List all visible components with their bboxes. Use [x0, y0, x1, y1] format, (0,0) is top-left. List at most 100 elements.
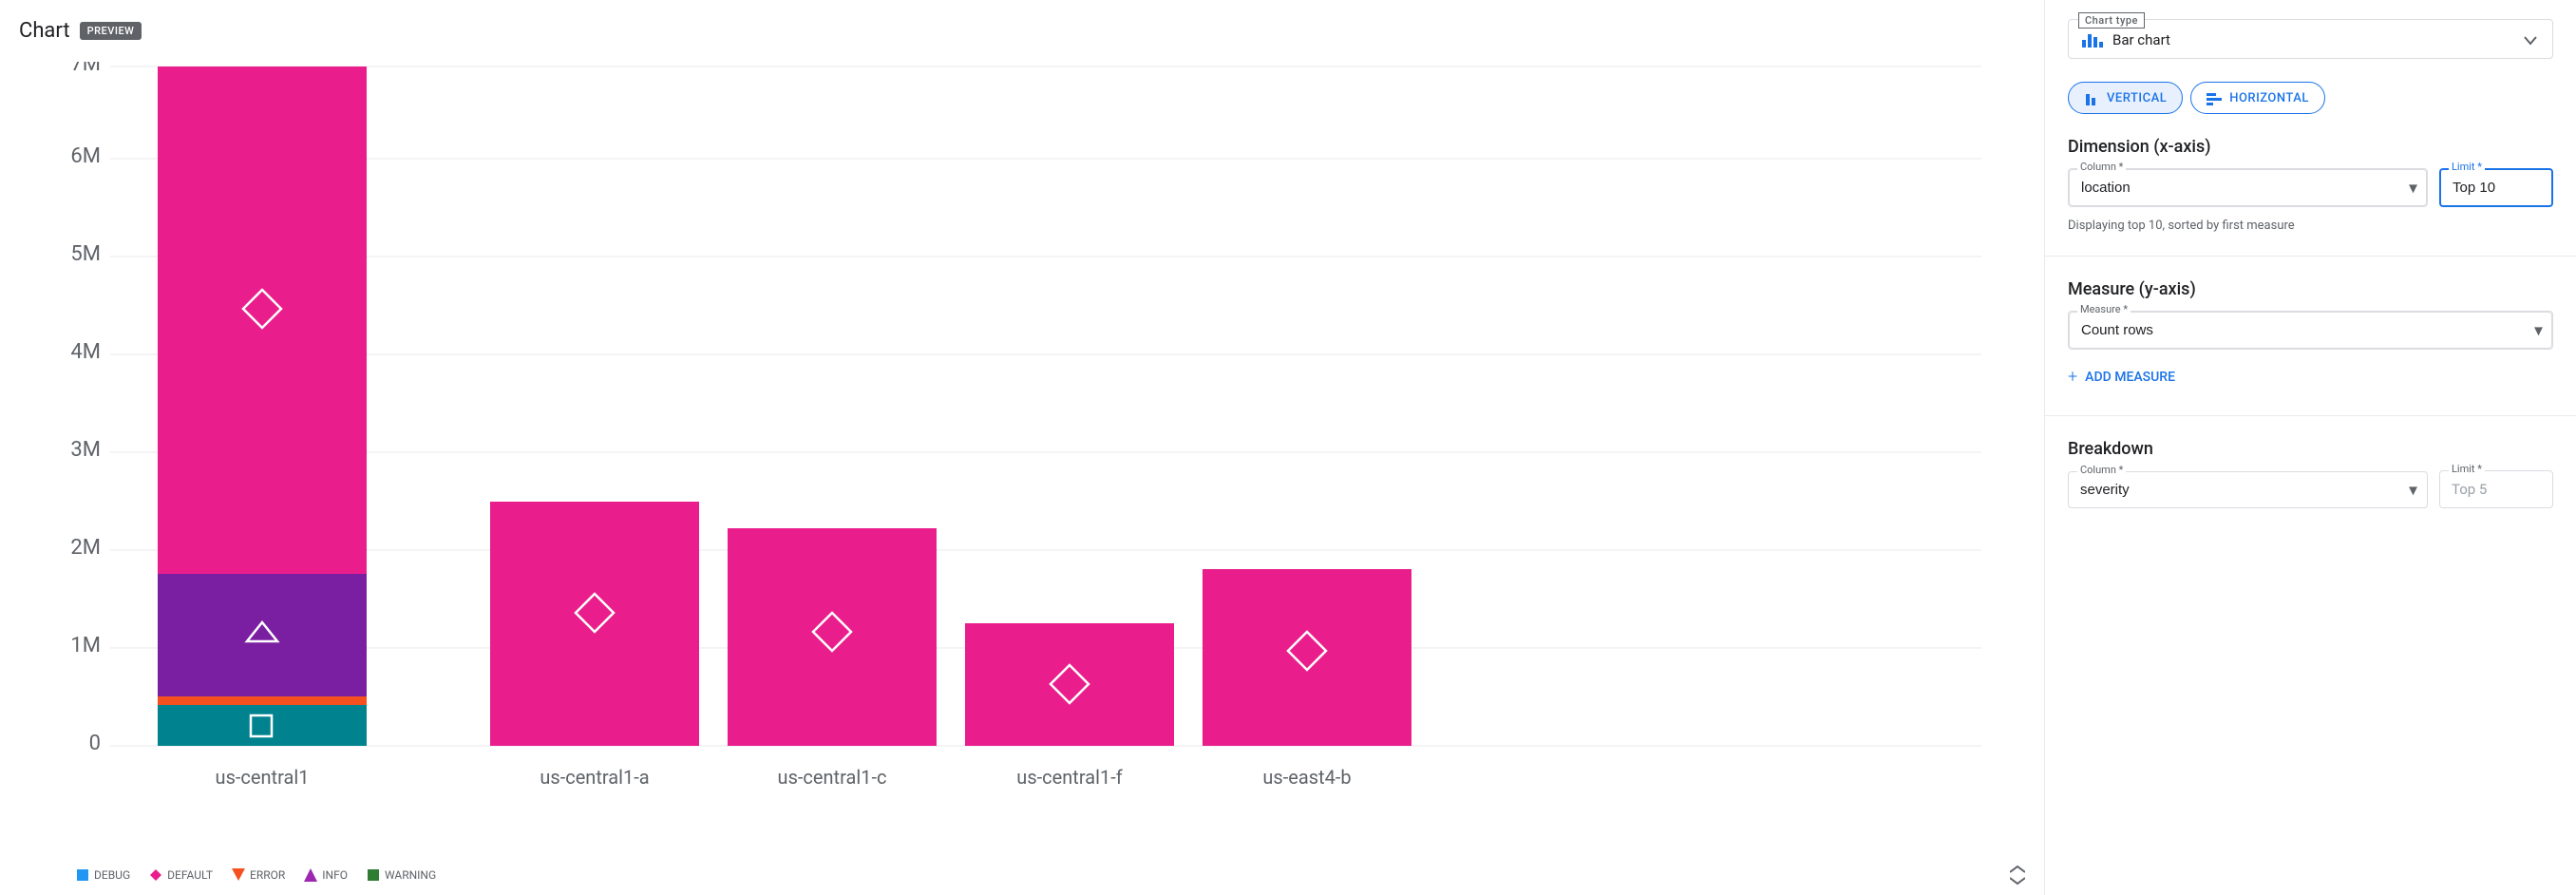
- bar-chart-icon: [2082, 32, 2103, 48]
- chart-header: Chart PREVIEW: [19, 19, 2044, 43]
- breakdown-column-label: Column *: [2077, 464, 2126, 476]
- svg-text:7M: 7M: [70, 62, 101, 76]
- bar4: [2099, 42, 2103, 48]
- legend-label-default: DEFAULT: [167, 868, 213, 882]
- bar-segment: [158, 696, 367, 705]
- legend-label-error: ERROR: [250, 868, 285, 882]
- bar-segment: [158, 67, 367, 574]
- orientation-buttons: VERTICAL HORIZONTAL: [2068, 82, 2553, 114]
- dimension-section: Dimension (x-axis) Column * location ▾ L…: [2068, 137, 2553, 233]
- svg-text:us-east4-b: us-east4-b: [1262, 766, 1351, 789]
- breakdown-limit-display[interactable]: Top 5: [2440, 471, 2552, 507]
- breakdown-section: Breakdown Column * severity ▾ Limit *: [2068, 439, 2553, 508]
- add-measure-button[interactable]: + ADD MEASURE: [2068, 361, 2553, 392]
- dimension-field-row: Column * location ▾ Limit *: [2068, 168, 2553, 207]
- column-label: Column *: [2077, 161, 2126, 173]
- measure-title: Measure (y-axis): [2068, 279, 2553, 299]
- warning-icon: [367, 868, 380, 882]
- legend-label-warning: WARNING: [385, 868, 436, 882]
- legend-label-debug: DEBUG: [94, 868, 130, 882]
- chart-type-box: Chart type Bar chart: [2068, 19, 2553, 59]
- breakdown-limit-wrapper: Top 5: [2439, 470, 2553, 508]
- dimension-info-text: Displaying top 10, sorted by first measu…: [2068, 219, 2553, 233]
- measure-field-group: Measure * Count rows ▾: [2068, 311, 2553, 350]
- svg-text:6M: 6M: [70, 144, 101, 168]
- dimension-title: Dimension (x-axis): [2068, 137, 2553, 157]
- legend: DEBUG DEFAULT ERROR INFO WARNING: [19, 855, 2044, 895]
- chart-title: Chart: [19, 19, 70, 43]
- section-divider: [2045, 256, 2576, 257]
- chart-area: Chart PREVIEW 0 1M 2M: [0, 0, 2044, 895]
- scroll-arrows[interactable]: [2010, 865, 2025, 885]
- horizontal-icon: [2207, 90, 2222, 105]
- chart-type-select[interactable]: Bar chart: [2082, 31, 2539, 48]
- bar1: [2082, 40, 2086, 48]
- section-divider-2: [2045, 415, 2576, 416]
- vertical-icon: [2084, 90, 2099, 105]
- measure-select[interactable]: Count rows: [2069, 312, 2552, 349]
- preview-badge: PREVIEW: [80, 22, 142, 40]
- bar2: [2088, 34, 2092, 48]
- debug-icon: [76, 868, 89, 882]
- breakdown-field-row: Column * severity ▾ Limit * Top 5: [2068, 470, 2553, 508]
- legend-label-info: INFO: [322, 868, 348, 882]
- breakdown-select[interactable]: severity: [2069, 472, 2427, 507]
- bar-segment: [158, 705, 367, 746]
- svg-text:us-central1-c: us-central1-c: [778, 766, 887, 789]
- bar-segment: [728, 528, 937, 746]
- limit-label: Limit *: [2449, 161, 2485, 173]
- svg-text:3M: 3M: [70, 438, 101, 462]
- chart-svg: 0 1M 2M 3M 4M 5M 6M 7M: [19, 62, 2044, 841]
- scroll-down-icon[interactable]: [2010, 876, 2025, 885]
- chart-wrapper: 0 1M 2M 3M 4M 5M 6M 7M: [19, 62, 2044, 895]
- legend-item-warning: WARNING: [367, 868, 436, 882]
- right-panel: Chart type Bar chart: [2044, 0, 2576, 895]
- bar-segment: [490, 502, 699, 746]
- limit-input[interactable]: [2441, 170, 2551, 205]
- svg-text:us-central1-a: us-central1-a: [540, 766, 649, 789]
- breakdown-column-group: Column * severity ▾: [2068, 471, 2428, 508]
- breakdown-title: Breakdown: [2068, 439, 2553, 459]
- breakdown-limit-group: Limit * Top 5: [2439, 470, 2553, 508]
- vertical-label: VERTICAL: [2107, 91, 2167, 105]
- add-measure-label: ADD MEASURE: [2085, 370, 2175, 385]
- svg-text:2M: 2M: [70, 536, 101, 560]
- measure-label: Measure *: [2077, 303, 2131, 315]
- default-icon: [149, 868, 162, 882]
- chart-type-section: Chart type Bar chart: [2068, 19, 2553, 59]
- legend-item-default: DEFAULT: [149, 868, 213, 882]
- measure-select-wrapper: Count rows ▾: [2068, 311, 2553, 350]
- column-select-wrapper: location ▾: [2068, 168, 2428, 207]
- legend-item-debug: DEBUG: [76, 868, 130, 882]
- legend-item-info: INFO: [304, 868, 348, 882]
- breakdown-select-wrapper: severity ▾: [2068, 471, 2428, 508]
- svg-text:0: 0: [89, 732, 101, 755]
- horizontal-button[interactable]: HORIZONTAL: [2190, 82, 2325, 114]
- column-select[interactable]: location: [2069, 169, 2427, 206]
- column-field-group: Column * location ▾: [2068, 168, 2428, 207]
- chart-type-inner: Bar chart: [2082, 31, 2170, 48]
- svg-text:5M: 5M: [70, 242, 101, 266]
- svg-text:4M: 4M: [70, 340, 101, 364]
- svg-text:1M: 1M: [70, 634, 101, 657]
- bar-segment: [158, 574, 367, 696]
- chart-type-value: Bar chart: [2112, 31, 2170, 48]
- chart-svg-area: 0 1M 2M 3M 4M 5M 6M 7M: [19, 62, 2044, 855]
- legend-item-error: ERROR: [232, 868, 285, 882]
- chart-type-label: Chart type: [2078, 12, 2145, 29]
- chevron-down-icon: [2522, 31, 2539, 48]
- error-icon: [232, 868, 245, 882]
- svg-text:us-central1: us-central1: [216, 766, 310, 789]
- measure-section: Measure (y-axis) Measure * Count rows ▾ …: [2068, 279, 2553, 392]
- horizontal-label: HORIZONTAL: [2229, 91, 2309, 105]
- limit-field-group: Limit *: [2439, 168, 2553, 207]
- limit-input-wrapper: [2439, 168, 2553, 207]
- svg-text:us-central1-f: us-central1-f: [1016, 766, 1122, 789]
- info-icon: [304, 868, 317, 882]
- bar-segment: [965, 623, 1174, 746]
- vertical-button[interactable]: VERTICAL: [2068, 82, 2183, 114]
- bar-segment: [1203, 569, 1411, 746]
- bar3: [2093, 37, 2097, 48]
- plus-icon: +: [2068, 367, 2077, 387]
- scroll-up-icon[interactable]: [2010, 865, 2025, 874]
